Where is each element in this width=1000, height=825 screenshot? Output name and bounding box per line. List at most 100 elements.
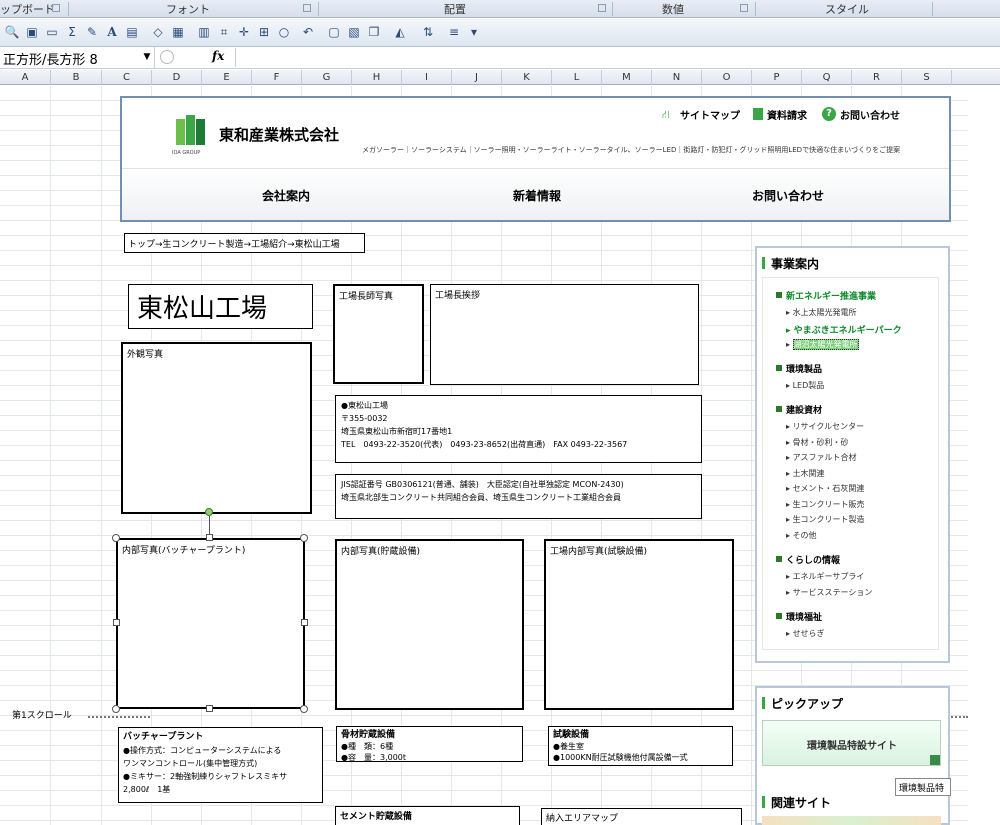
certification-box[interactable]: JIS認証番号 GB0306121(普通、舗装) 大臣認定(自社単独認定 MCO… — [335, 474, 702, 519]
column-header[interactable]: L — [552, 70, 602, 85]
cement-spec-box[interactable]: セメント貯蔵設備 — [335, 806, 520, 825]
sidebar-item[interactable]: ▸ 水上太陽光発電所 — [786, 307, 857, 318]
freeze-panes-icon[interactable]: ✛ — [236, 24, 252, 40]
sidebar-item[interactable]: ▸ リサイクルセンター — [786, 421, 864, 432]
cell-style-icon[interactable]: ▢ — [326, 24, 342, 40]
resize-handle-se[interactable] — [300, 705, 308, 713]
resize-handle-nw[interactable] — [112, 534, 120, 542]
column-header[interactable]: B — [51, 70, 102, 85]
undo-icon[interactable]: ↶ — [300, 24, 316, 40]
column-header[interactable]: E — [202, 70, 252, 85]
column-header[interactable]: M — [602, 70, 652, 85]
link-contact[interactable]: お問い合わせ — [840, 107, 900, 122]
sidebar-item[interactable]: ▸ セメント・石灰関連 — [786, 483, 864, 494]
aggregate-spec-box[interactable]: 骨材貯蔵設備 ●種 類：6種 ●容 量：3,000t — [336, 726, 523, 762]
testing-photo-placeholder[interactable]: 工場内部写真(試験設備) — [544, 539, 734, 710]
comment-icon[interactable]: ▥ — [196, 24, 212, 40]
print-preview-icon[interactable]: 🔍 — [4, 24, 20, 40]
table-icon[interactable]: ▧ — [346, 24, 362, 40]
nav-contact[interactable]: お問い合わせ — [752, 187, 824, 204]
function-wizard-icon[interactable] — [160, 50, 174, 64]
sidebar-item[interactable]: ▸ その他 — [786, 530, 817, 541]
clipboard-launcher-icon[interactable] — [52, 4, 60, 12]
sidebar-item[interactable]: ▸ 生コンクリート製造 — [786, 514, 865, 525]
border-icon[interactable]: ▦ — [170, 24, 186, 40]
nav-company[interactable]: 会社案内 — [262, 187, 310, 204]
greeting-box[interactable]: 工場長挨拶 — [430, 284, 699, 385]
column-header[interactable]: K — [502, 70, 552, 85]
page-title[interactable]: 東松山工場 — [128, 284, 313, 329]
sidebar-item[interactable]: ▸ やまぶきエネルギーパーク — [786, 323, 902, 336]
sidebar-item[interactable]: ▸ LED製品 — [786, 380, 824, 391]
column-header[interactable]: I — [402, 70, 452, 85]
chevron-down-icon[interactable]: ▼ — [140, 49, 154, 65]
resize-handle-s[interactable] — [206, 705, 213, 712]
merge-icon[interactable]: ⊞ — [256, 24, 272, 40]
related-banner[interactable] — [762, 816, 941, 825]
sidebar-item[interactable]: ▸ 生コンクリート販売 — [786, 499, 865, 510]
storage-photo-placeholder[interactable]: 内部写真(貯蔵設備) — [335, 539, 524, 710]
sort-icon[interactable]: ⇅ — [420, 24, 436, 40]
name-box[interactable]: 正方形/長方形 8 — [0, 47, 155, 68]
sidebar-cat-construction[interactable]: 建設資材 — [786, 403, 822, 416]
sidebar-item-selected[interactable]: ▸ 湖沼太陽光発電所 — [786, 339, 859, 350]
column-header[interactable]: H — [352, 70, 402, 85]
breadcrumb[interactable]: トップ→生コンクリート製造→工場紹介→東松山工場 — [124, 233, 365, 253]
fx-icon[interactable]: fx — [212, 49, 232, 65]
filter-icon[interactable]: ≡ — [446, 24, 462, 40]
delivery-map-box[interactable]: 納入エリアマップ — [541, 808, 742, 825]
sidebar-item[interactable]: ▸ エネルギーサプライ — [786, 571, 864, 582]
address-box[interactable]: ●東松山工場 〒355-0032 埼玉県東松山市新宿町17番地1 TEL 049… — [335, 395, 702, 463]
resize-handle-n[interactable] — [206, 534, 213, 541]
sidebar-cat-new-energy[interactable]: 新エネルギー推進事業 — [786, 289, 876, 302]
print-icon[interactable]: ▣ — [24, 24, 40, 40]
shape-icon[interactable]: ○ — [276, 24, 292, 40]
alignment-launcher-icon[interactable] — [598, 4, 606, 12]
sidebar-item[interactable]: ▸ アスファルト合材 — [786, 452, 857, 463]
sidebar-item[interactable]: ▸ 土木関連 — [786, 468, 825, 479]
test-spec-box[interactable]: 試験設備 ●養生室 ●1000KN耐圧試験機他付属設備一式 — [548, 726, 733, 766]
column-header[interactable]: P — [752, 70, 802, 85]
paste-special-icon[interactable]: ❐ — [366, 24, 382, 40]
resize-handle-e[interactable] — [301, 619, 308, 626]
env-products-banner[interactable]: 環境製品特設サイト — [762, 720, 941, 766]
resize-handle-sw[interactable] — [112, 705, 120, 713]
insert-object-icon[interactable]: ▤ — [124, 24, 140, 40]
sidebar-item[interactable]: ▸ サービスステーション — [786, 587, 872, 598]
column-header[interactable]: A — [0, 70, 51, 85]
sidebar-item[interactable]: ▸ せせらぎ — [786, 628, 825, 639]
font-color-icon[interactable]: A — [104, 24, 120, 40]
sidebar-cat-env[interactable]: 環境製品 — [786, 362, 822, 375]
nav-news[interactable]: 新着情報 — [513, 187, 561, 204]
column-header[interactable]: G — [302, 70, 352, 85]
formula-input[interactable] — [235, 48, 1000, 67]
column-header[interactable]: F — [252, 70, 302, 85]
batcher-spec-box[interactable]: バッチャープラント ●操作方式：コンピューターシステムによる ワンマンコントロー… — [118, 727, 323, 803]
fill-color-icon[interactable]: ◭ — [392, 24, 408, 40]
column-header[interactable]: C — [102, 70, 152, 85]
eraser-icon[interactable]: ◇ — [150, 24, 166, 40]
sidebar-cat-welfare[interactable]: 環境福祉 — [786, 610, 822, 623]
column-header[interactable]: D — [152, 70, 202, 85]
sidebar-cat-living[interactable]: くらしの情報 — [786, 553, 840, 566]
sum-icon[interactable]: Σ — [64, 24, 80, 40]
column-header[interactable]: N — [652, 70, 702, 85]
column-header[interactable]: S — [902, 70, 952, 85]
resize-icon[interactable]: ⌗ — [216, 24, 232, 40]
column-header[interactable]: J — [452, 70, 502, 85]
column-header[interactable]: Q — [802, 70, 852, 85]
exterior-photo-placeholder[interactable]: 外観写真 — [121, 342, 312, 514]
rotate-handle-icon[interactable] — [205, 508, 213, 516]
column-header[interactable]: O — [702, 70, 752, 85]
font-launcher-icon[interactable] — [303, 4, 311, 12]
resize-handle-w[interactable] — [113, 619, 120, 626]
number-launcher-icon[interactable] — [740, 4, 748, 12]
batcher-photo-placeholder[interactable]: 内部写真(バッチャープラント) — [116, 538, 305, 709]
link-request-docs[interactable]: 資料請求 — [767, 107, 807, 122]
column-header[interactable]: R — [852, 70, 902, 85]
customize-toolbar-icon[interactable]: ▾ — [466, 24, 482, 40]
format-painter-icon[interactable]: ✎ — [84, 24, 100, 40]
resize-handle-ne[interactable] — [300, 534, 308, 542]
manager-photo-placeholder[interactable]: 工場長師写真 — [333, 284, 424, 384]
link-sitemap[interactable]: サイトマップ — [680, 107, 740, 122]
